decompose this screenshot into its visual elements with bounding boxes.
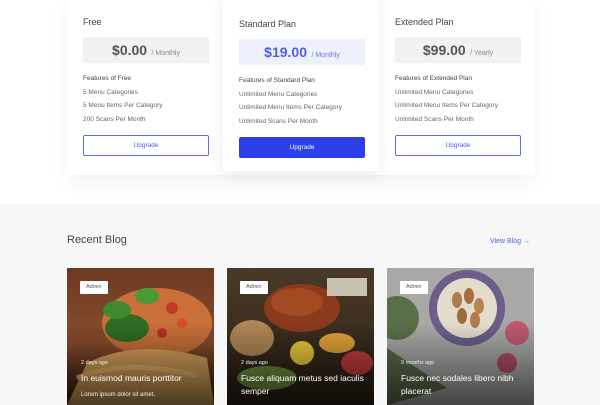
post-title[interactable]: Fusce nec sodales libero nibh placerat xyxy=(401,372,526,398)
post-date: 9 months ago xyxy=(401,360,435,366)
post-date: 2 days ago xyxy=(241,360,268,366)
upgrade-button-free[interactable]: Upgrade xyxy=(83,135,209,156)
post-title[interactable]: Fusce aliquam metus sed iaculis semper xyxy=(241,372,366,398)
plan-period: / Monthly xyxy=(151,50,180,57)
feature-item: Unlimited Menu Categories xyxy=(239,91,318,98)
pricing-section: Free $0.00 / Monthly Features of Free 5 … xyxy=(0,0,600,204)
view-blog-link[interactable]: View Blog → xyxy=(490,238,530,245)
plan-period: / Monthly xyxy=(311,52,340,59)
plan-name: Extended Plan xyxy=(395,17,454,27)
plan-period: / Yearly xyxy=(470,50,494,57)
post-excerpt: Lorem ipsum dolor sit amet, xyxy=(81,392,156,398)
plan-name: Standard Plan xyxy=(239,19,297,29)
pricing-table: Free $0.00 / Monthly Features of Free 5 … xyxy=(67,0,535,175)
features-title: Features of Extended Plan xyxy=(395,75,472,82)
post-title[interactable]: In euismod mauris porttitor xyxy=(81,372,206,385)
feature-item: Unlimited Scans Per Month xyxy=(395,116,474,123)
plan-card-free: Free $0.00 / Monthly Features of Free 5 … xyxy=(67,0,223,175)
feature-item: 5 Menu Items Per Category xyxy=(83,102,163,109)
plan-name: Free xyxy=(83,17,102,27)
feature-item: Unlimited Menu Items Per Category xyxy=(239,104,342,111)
feature-item: Unlimited Menu Categories xyxy=(395,89,474,96)
author-badge: Admin xyxy=(240,281,268,294)
post-date: 2 days ago xyxy=(81,360,108,366)
blog-card[interactable]: Admin 9 months ago Fusce nec sodales lib… xyxy=(387,268,534,405)
feature-item: 200 Scans Per Month xyxy=(83,116,146,123)
features-title: Features of Free xyxy=(83,75,132,82)
blog-card[interactable]: Admin 2 days ago Fusce aliquam metus sed… xyxy=(227,268,374,405)
price-box: $0.00 / Monthly xyxy=(83,37,209,63)
feature-item: Unlimited Menu Items Per Category xyxy=(395,102,498,109)
author-badge: Admin xyxy=(400,281,428,294)
features-title: Features of Standard Plan xyxy=(239,77,315,84)
feature-item: Unlimited Scans Per Month xyxy=(239,118,318,125)
feature-item: 5 Menu Categories xyxy=(83,89,138,96)
plan-card-extended: Extended Plan $99.00 / Yearly Features o… xyxy=(379,0,535,175)
plan-price: $0.00 xyxy=(112,42,148,58)
plan-price: $99.00 xyxy=(422,42,466,58)
section-title: Recent Blog xyxy=(67,234,127,246)
author-badge: Admin xyxy=(80,281,108,294)
price-box: $99.00 / Yearly xyxy=(395,37,521,63)
blog-card[interactable]: Admin 2 days ago In euismod mauris portt… xyxy=(67,268,214,405)
plan-card-standard: Standard Plan $19.00 / Monthly Features … xyxy=(223,0,379,171)
price-box: $19.00 / Monthly xyxy=(239,39,365,65)
plan-price: $19.00 xyxy=(264,44,307,60)
upgrade-button-extended[interactable]: Upgrade xyxy=(395,135,521,156)
upgrade-button-standard[interactable]: Upgrade xyxy=(239,137,365,158)
